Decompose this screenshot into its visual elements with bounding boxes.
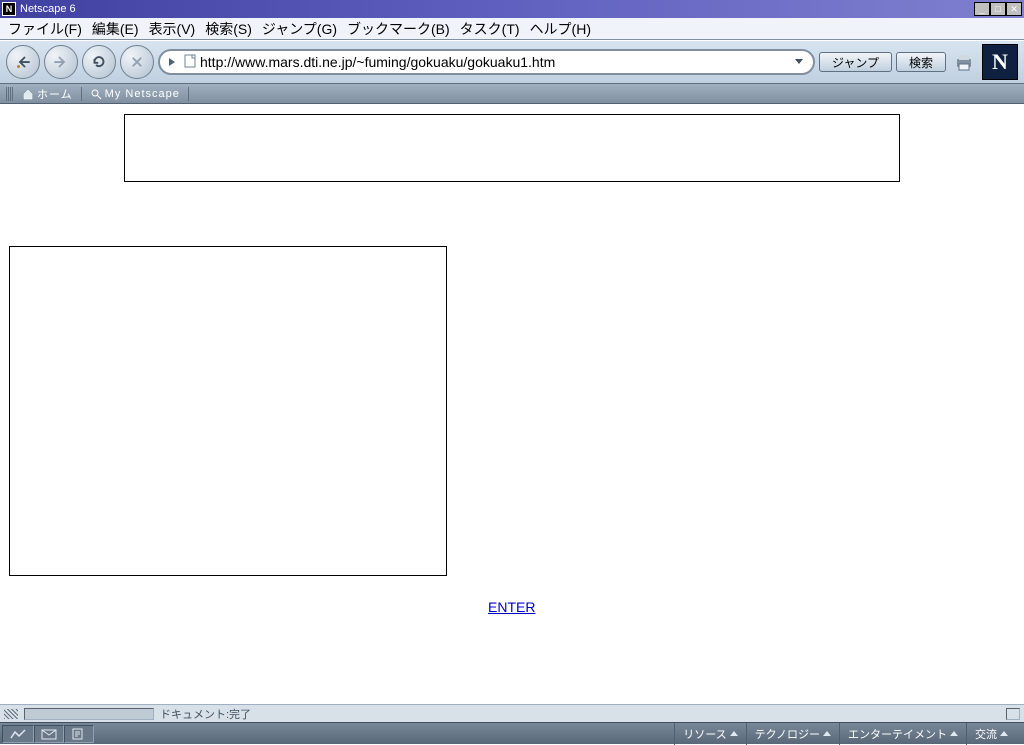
navigation-toolbar: ジャンプ 検索 N [0, 40, 1024, 84]
chevron-up-icon [730, 731, 738, 736]
search-button[interactable]: 検索 [896, 52, 946, 72]
taskbar-link-community[interactable]: 交流 [966, 723, 1016, 745]
mail-icon [41, 728, 57, 740]
chevron-up-icon [823, 731, 831, 736]
security-indicator[interactable] [1006, 708, 1020, 720]
search-icon [90, 88, 102, 100]
toolbar-grip[interactable] [6, 87, 14, 101]
back-arrow-icon [14, 53, 32, 71]
menu-tasks[interactable]: タスク(T) [456, 17, 524, 41]
status-text: ドキュメント:完了 [160, 706, 251, 722]
menu-file[interactable]: ファイル(F) [4, 17, 86, 41]
content-frame-left [9, 246, 447, 576]
home-icon [22, 88, 34, 100]
bookmark-separator [81, 87, 82, 101]
chevron-up-icon [950, 731, 958, 736]
window-title: Netscape 6 [20, 3, 974, 15]
stop-button[interactable] [120, 45, 154, 79]
home-label: ホーム [37, 86, 73, 102]
content-frame-top [124, 114, 900, 182]
bookmark-separator [188, 87, 189, 101]
minimize-button[interactable]: _ [974, 2, 990, 16]
navigator-tab[interactable] [2, 725, 34, 743]
url-dropdown-button[interactable] [793, 55, 807, 70]
home-bookmark[interactable]: ホーム [22, 86, 73, 102]
menu-view[interactable]: 表示(V) [145, 17, 200, 41]
forward-button[interactable] [44, 45, 78, 79]
composer-tab[interactable] [64, 725, 94, 743]
mynetscape-bookmark[interactable]: My Netscape [90, 88, 180, 100]
chevron-up-icon [1000, 731, 1008, 736]
maximize-button[interactable]: □ [990, 2, 1006, 16]
menu-edit[interactable]: 編集(E) [88, 17, 143, 41]
mail-tab[interactable] [34, 725, 64, 743]
stop-icon [128, 53, 146, 71]
taskbar-link-label: エンターテイメント [848, 726, 947, 742]
status-grip-icon[interactable] [4, 709, 18, 719]
menu-help[interactable]: ヘルプ(H) [526, 17, 595, 41]
page-content: ENTER [0, 104, 1024, 704]
close-button[interactable]: ✕ [1006, 2, 1022, 16]
url-bar [158, 49, 815, 75]
taskbar-link-resource[interactable]: リソース [674, 723, 745, 745]
back-button[interactable] [6, 45, 40, 79]
taskbar-link-label: テクノロジー [755, 726, 820, 742]
reload-icon [90, 53, 108, 71]
taskbar-link-entertainment[interactable]: エンターテイメント [839, 723, 966, 745]
menu-search[interactable]: 検索(S) [201, 17, 256, 41]
taskbar-link-label: 交流 [975, 726, 997, 742]
component-bar: リソース テクノロジー エンターテイメント 交流 [0, 722, 1024, 744]
taskbar-link-label: リソース [683, 726, 726, 742]
go-arrow-icon[interactable] [166, 55, 180, 69]
menu-bar: ファイル(F) 編集(E) 表示(V) 検索(S) ジャンプ(G) ブックマーク… [0, 18, 1024, 40]
status-bar: ドキュメント:完了 [0, 704, 1024, 722]
taskbar-link-technology[interactable]: テクノロジー [746, 723, 839, 745]
forward-arrow-icon [52, 53, 70, 71]
mynetscape-label: My Netscape [105, 88, 180, 100]
progress-bar [24, 708, 154, 720]
url-input[interactable] [200, 54, 789, 70]
menu-bookmarks[interactable]: ブックマーク(B) [343, 17, 454, 41]
personal-toolbar: ホーム My Netscape [0, 84, 1024, 104]
navigator-icon [9, 728, 27, 740]
app-icon: N [2, 2, 16, 16]
enter-link[interactable]: ENTER [488, 599, 535, 615]
print-button[interactable] [950, 48, 978, 76]
composer-icon [71, 728, 87, 740]
netscape-logo[interactable]: N [982, 44, 1018, 80]
window-titlebar: N Netscape 6 _ □ ✕ [0, 0, 1024, 18]
print-icon [952, 50, 976, 74]
page-icon [184, 54, 196, 71]
menu-go[interactable]: ジャンプ(G) [258, 17, 341, 41]
jump-button[interactable]: ジャンプ [819, 52, 892, 72]
reload-button[interactable] [82, 45, 116, 79]
